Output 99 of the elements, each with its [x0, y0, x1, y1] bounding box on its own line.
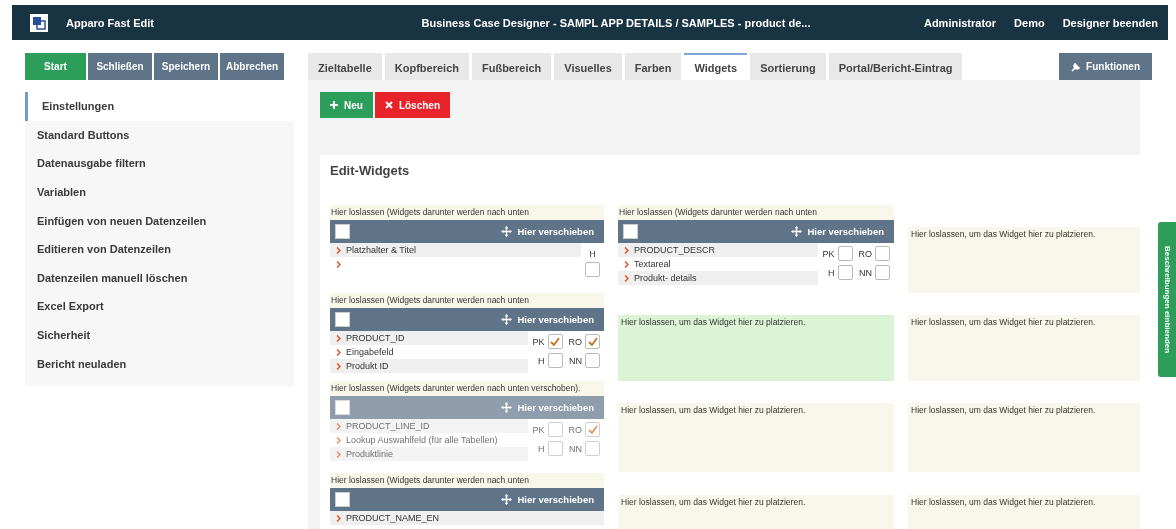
drop-zone: Hier loslassen, um das Widget hier zu platzieren.	[618, 403, 894, 472]
header-link[interactable]: Designer beenden	[1062, 16, 1158, 29]
widget-field-text: Produktlinie	[346, 449, 394, 459]
checkbox[interactable]	[335, 400, 350, 415]
tab[interactable]: Farben	[624, 53, 682, 80]
drop-hint: Hier loslassen (Widgets darunter werden nach unten	[330, 205, 604, 220]
checkbox[interactable]	[585, 334, 600, 349]
widget-field-text: PRODUCT_LINE_ID	[346, 421, 430, 431]
drag-handle[interactable]: Hier verschieben	[501, 314, 594, 325]
widget-field-text: Platzhalter & Titel	[346, 245, 417, 255]
flag-label: H	[828, 267, 835, 278]
drop-hint: Hier loslassen (Widgets darunter werden nach unten	[330, 473, 604, 488]
checkbox[interactable]	[585, 262, 600, 277]
functions-button[interactable]: Funktionen	[1059, 53, 1152, 80]
drop-hint: Hier loslassen (Widgets darunter werden nach unten	[618, 205, 894, 220]
flag-label: PK	[532, 424, 545, 435]
move-icon	[791, 226, 803, 237]
drop-zone: Hier loslassen, um das Widget hier zu platzieren.	[618, 315, 894, 381]
section-title: Edit-Widgets	[330, 163, 411, 180]
widget-field-text: PRODUCT_ID	[346, 333, 405, 343]
sidebar-item[interactable]: Bericht neuladen	[25, 349, 294, 378]
tab[interactable]: Kopfbereich	[384, 53, 469, 80]
flag-label: NN	[569, 355, 582, 366]
widget-field-text: Produkt- details	[634, 273, 697, 283]
sidebar-item[interactable]: Excel Export	[25, 292, 294, 321]
widget-field-text: Produkt ID	[346, 361, 389, 371]
widget-field-text: Eingabefeld	[346, 347, 394, 357]
check-icon	[587, 425, 598, 434]
widget-field-text: Textareal	[634, 259, 671, 269]
sidebar-item[interactable]: Variablen	[25, 177, 294, 207]
flag-label: RO	[568, 424, 582, 435]
checkbox[interactable]	[335, 224, 350, 239]
flag-label: PK	[822, 248, 835, 259]
flag-label: RO	[858, 248, 872, 259]
drop-zone: Hier loslassen, um das Widget hier zu platzieren.	[908, 403, 1140, 472]
drop-hint: Hier loslassen (Widgets darunter werden nach unten verschoben).	[330, 381, 604, 396]
tab[interactable]: Visuelles	[554, 53, 622, 80]
checkbox[interactable]	[547, 353, 563, 368]
tab[interactable]: Sortierung	[750, 53, 826, 80]
widget-field-text: PRODUCT_DESCR	[634, 245, 715, 255]
checkbox[interactable]	[335, 312, 350, 327]
sidebar-item[interactable]: Datenzeilen manuell löschen	[25, 263, 294, 293]
drop-zone: Hier loslassen, um das Widget hier zu platzieren.	[908, 495, 1140, 529]
sidebar-item[interactable]: Datenausgabe filtern	[25, 149, 294, 178]
drop-hint: Hier loslassen (Widgets darunter werden nach unten	[330, 293, 604, 308]
close-icon	[384, 101, 393, 109]
sidebar-item[interactable]: Sicherheit	[25, 320, 294, 350]
sidebar-item[interactable]: Einfügen von neuen Datenzeilen	[25, 206, 294, 235]
checkbox[interactable]	[547, 334, 563, 349]
checkbox[interactable]	[585, 353, 600, 368]
widget-field-text: PRODUCT_NAME_EN	[346, 513, 439, 523]
checkbox[interactable]	[837, 265, 853, 280]
flag-label: H	[589, 249, 596, 259]
checkbox[interactable]	[623, 224, 638, 239]
sidebar-item[interactable]: Einstellungen	[25, 92, 294, 121]
sidebar-item[interactable]: Standard Buttons	[25, 120, 294, 150]
action-button[interactable]: Speichern	[154, 53, 218, 80]
window-title: Business Case Designer - SAMPL APP DETAILS / SAMPLES - product de...	[420, 16, 812, 29]
checkbox[interactable]	[585, 441, 600, 456]
tab[interactable]: Zieltabelle	[308, 53, 382, 80]
action-button[interactable]: Schließen	[88, 53, 152, 80]
move-icon	[501, 494, 513, 505]
header-link[interactable]: Demo	[1014, 16, 1045, 29]
app-logo-icon	[30, 13, 48, 32]
move-icon	[501, 226, 513, 237]
checkbox[interactable]	[875, 246, 890, 261]
checkbox[interactable]	[547, 422, 563, 437]
widget-field-text: Lookup Auswahlfeld (für alle Tabellen)	[346, 435, 498, 445]
drag-handle[interactable]: Hier verschieben	[501, 226, 594, 237]
check-icon	[550, 337, 560, 346]
checkbox[interactable]	[875, 265, 890, 280]
sidebar-item[interactable]: Editieren von Datenzeilen	[25, 234, 294, 264]
action-button[interactable]: Abbrechen	[220, 53, 285, 80]
flag-label: NN	[859, 267, 872, 278]
plus-icon	[330, 101, 338, 109]
checkbox[interactable]	[335, 492, 350, 507]
drag-handle[interactable]: Hier verschieben	[501, 494, 594, 505]
tab[interactable]: Fußbereich	[472, 53, 552, 80]
flag-label: H	[538, 355, 545, 366]
checkbox[interactable]	[547, 441, 563, 456]
flag-label: PK	[532, 336, 545, 347]
checkbox[interactable]	[585, 422, 600, 437]
move-icon	[501, 314, 513, 325]
check-icon	[587, 337, 598, 346]
chevron-icon	[336, 514, 341, 522]
tab[interactable]: Portal/Bericht-Eintrag	[828, 53, 963, 80]
drop-zone: Hier loslassen, um das Widget hier zu platzieren.	[908, 315, 1140, 381]
checkbox[interactable]	[837, 246, 853, 261]
header-link[interactable]: Administrator	[923, 16, 997, 29]
app-name: Apparo Fast Edit	[66, 16, 155, 29]
flag-label: H	[538, 443, 545, 454]
wrench-icon	[1071, 61, 1082, 72]
flag-label: NN	[569, 443, 582, 454]
move-icon	[501, 402, 513, 413]
delete-button[interactable]: Löschen	[374, 92, 451, 118]
flag-label: RO	[568, 336, 582, 347]
drop-zone: Hier loslassen, um das Widget hier zu platzieren.	[618, 495, 894, 529]
drop-zone: Hier loslassen, um das Widget hier zu platzieren.	[908, 227, 1140, 293]
drag-handle[interactable]: Hier verschieben	[791, 226, 884, 237]
